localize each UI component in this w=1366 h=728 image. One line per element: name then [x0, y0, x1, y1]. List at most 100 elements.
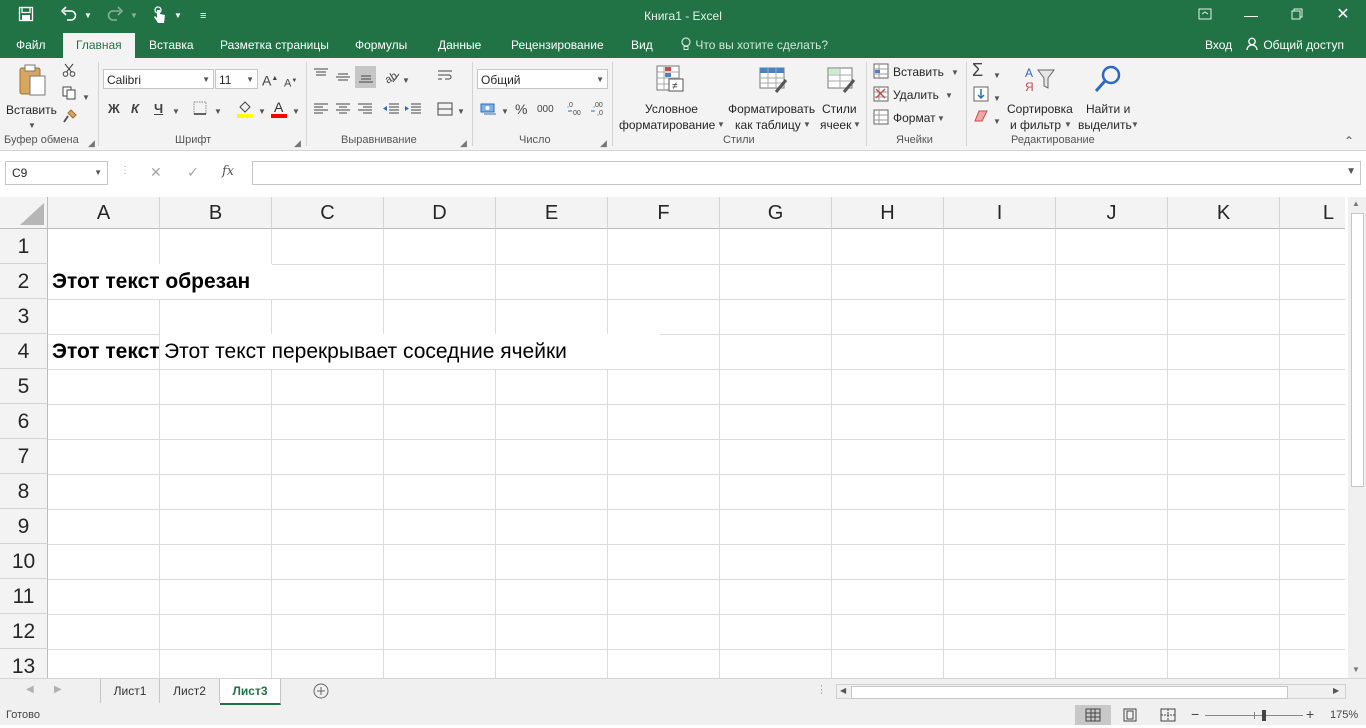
align-bottom-icon[interactable] — [355, 66, 376, 88]
cell-styles-button[interactable]: Стили ячеек ▼ — [818, 62, 862, 132]
find-select-button[interactable]: Найти и выделить ▼ — [1077, 62, 1141, 132]
normal-view-button[interactable] — [1075, 705, 1111, 725]
font-color-dropdown-icon[interactable]: ▼ — [292, 104, 300, 120]
cancel-entry-icon[interactable]: ✕ — [150, 164, 162, 181]
zoom-level[interactable]: 175% — [1330, 709, 1358, 721]
column-header[interactable]: E — [496, 197, 608, 229]
decrease-decimal-icon[interactable]: ,00,0 — [589, 99, 607, 121]
italic-button[interactable]: К — [131, 101, 139, 117]
ribbon-display-options-icon[interactable] — [1190, 5, 1220, 25]
column-header[interactable]: I — [944, 197, 1056, 229]
worksheet-grid[interactable]: A B C D E F G H I J K L 1 2 3 4 5 6 7 8 … — [0, 197, 1345, 678]
tab-review[interactable]: Рецензирование — [511, 32, 604, 58]
number-format-select[interactable]: Общий ▼ — [477, 69, 608, 89]
row-header[interactable]: 11 — [0, 579, 48, 614]
underline-button[interactable]: Ч — [154, 101, 163, 117]
fill-color-dropdown-icon[interactable]: ▼ — [258, 104, 266, 120]
delete-cells-button[interactable]: Удалить ▼ — [873, 86, 961, 104]
column-header[interactable]: J — [1056, 197, 1168, 229]
align-right-icon[interactable] — [357, 102, 373, 120]
minimize-icon[interactable]: — — [1236, 5, 1266, 25]
row-header[interactable]: 3 — [0, 299, 48, 334]
sign-in-link[interactable]: Вход — [1205, 32, 1232, 58]
cell-a4[interactable]: Этот текст обрезан — [48, 334, 159, 369]
column-header[interactable]: A — [48, 197, 160, 229]
decrease-indent-icon[interactable] — [382, 102, 400, 120]
scroll-left-icon[interactable]: ◀ — [840, 686, 846, 695]
increase-indent-icon[interactable] — [404, 102, 422, 120]
column-header[interactable]: H — [832, 197, 944, 229]
collapse-ribbon-icon[interactable]: ⌃ — [1344, 134, 1354, 148]
font-color-icon[interactable]: A — [270, 99, 288, 123]
row-header[interactable]: 1 — [0, 229, 48, 264]
decrease-font-size-icon[interactable]: A▼ — [284, 73, 297, 92]
clear-dropdown-icon[interactable]: ▼ — [993, 114, 1001, 130]
scroll-down-icon[interactable]: ▼ — [1352, 665, 1360, 674]
column-header[interactable]: D — [384, 197, 496, 229]
cell-b4[interactable]: Этот текст перекрывает соседние ячейки — [160, 334, 660, 369]
borders-dropdown-icon[interactable]: ▼ — [214, 104, 222, 120]
format-cells-button[interactable]: Формат ▼ — [873, 109, 961, 127]
scroll-right-icon[interactable]: ▶ — [1333, 686, 1339, 695]
fill-color-icon[interactable] — [236, 99, 254, 123]
sheet-tab-2[interactable]: Лист2 — [160, 679, 220, 703]
merge-center-icon[interactable] — [437, 101, 453, 121]
align-top-icon[interactable] — [313, 68, 329, 86]
conditional-formatting-button[interactable]: ≠ Условное форматирование ▼ — [617, 62, 725, 132]
zoom-in-button[interactable]: + — [1306, 706, 1314, 722]
merge-dropdown-icon[interactable]: ▼ — [457, 104, 465, 120]
column-header[interactable]: L — [1280, 197, 1345, 229]
column-header[interactable]: K — [1168, 197, 1280, 229]
close-icon[interactable]: ✕ — [1328, 5, 1358, 25]
row-header[interactable]: 8 — [0, 474, 48, 509]
scroll-up-icon[interactable]: ▲ — [1352, 199, 1360, 208]
align-middle-icon[interactable] — [335, 70, 351, 88]
add-sheet-icon[interactable] — [312, 682, 330, 703]
row-header[interactable]: 10 — [0, 544, 48, 579]
copy-dropdown-icon[interactable]: ▼ — [82, 90, 90, 106]
tab-view[interactable]: Вид — [631, 32, 653, 58]
orientation-icon[interactable]: ab — [383, 68, 401, 88]
column-header[interactable]: C — [272, 197, 384, 229]
enter-entry-icon[interactable]: ✓ — [187, 164, 199, 181]
row-header[interactable]: 2 — [0, 264, 48, 299]
row-header[interactable]: 4 — [0, 334, 48, 369]
autosum-dropdown-icon[interactable]: ▼ — [993, 68, 1001, 84]
format-painter-icon[interactable] — [62, 108, 78, 128]
sheet-tab-1[interactable]: Лист1 — [101, 679, 160, 703]
clear-icon[interactable] — [973, 109, 989, 127]
format-as-table-button[interactable]: Форматировать как таблицу ▼ — [726, 62, 816, 132]
align-left-icon[interactable] — [313, 102, 329, 120]
cut-icon[interactable] — [62, 63, 76, 81]
zoom-out-button[interactable]: − — [1191, 706, 1199, 722]
cell-a2[interactable]: Этот текст обрезан — [48, 264, 272, 299]
restore-icon[interactable] — [1282, 5, 1312, 25]
paste-button[interactable]: Вставить ▼ — [6, 62, 57, 130]
copy-icon[interactable] — [62, 86, 76, 104]
horizontal-scroll-thumb[interactable] — [851, 686, 1288, 699]
insert-cells-button[interactable]: Вставить ▼ — [873, 63, 961, 81]
row-header[interactable]: 6 — [0, 404, 48, 439]
name-box[interactable]: C9 ▼ — [5, 161, 108, 185]
row-header[interactable]: 9 — [0, 509, 48, 544]
font-launcher-icon[interactable]: ◢ — [294, 138, 301, 149]
tab-formulas[interactable]: Формулы — [355, 32, 407, 58]
tell-me-box[interactable]: Что вы хотите сделать? — [680, 32, 828, 58]
row-header[interactable]: 12 — [0, 614, 48, 649]
bold-button[interactable]: Ж — [108, 101, 120, 117]
sheet-scroll-right-icon[interactable]: ▶ — [54, 684, 62, 695]
tab-home[interactable]: Главная — [63, 33, 135, 58]
align-center-icon[interactable] — [335, 102, 351, 120]
horizontal-scrollbar[interactable]: ◀ ▶ — [836, 684, 1346, 699]
borders-icon[interactable] — [193, 101, 207, 119]
column-header[interactable]: G — [720, 197, 832, 229]
underline-dropdown-icon[interactable]: ▼ — [172, 104, 180, 120]
expand-formula-bar-icon[interactable]: ▼ — [1346, 166, 1356, 177]
number-launcher-icon[interactable]: ◢ — [600, 138, 607, 149]
column-header[interactable]: B — [160, 197, 272, 229]
font-name-select[interactable]: Calibri ▼ — [103, 69, 214, 89]
page-break-view-icon[interactable] — [1160, 708, 1176, 725]
autosum-icon[interactable]: Σ — [972, 61, 983, 79]
currency-icon[interactable] — [480, 101, 498, 121]
font-size-select[interactable]: 11 ▼ — [215, 69, 258, 89]
